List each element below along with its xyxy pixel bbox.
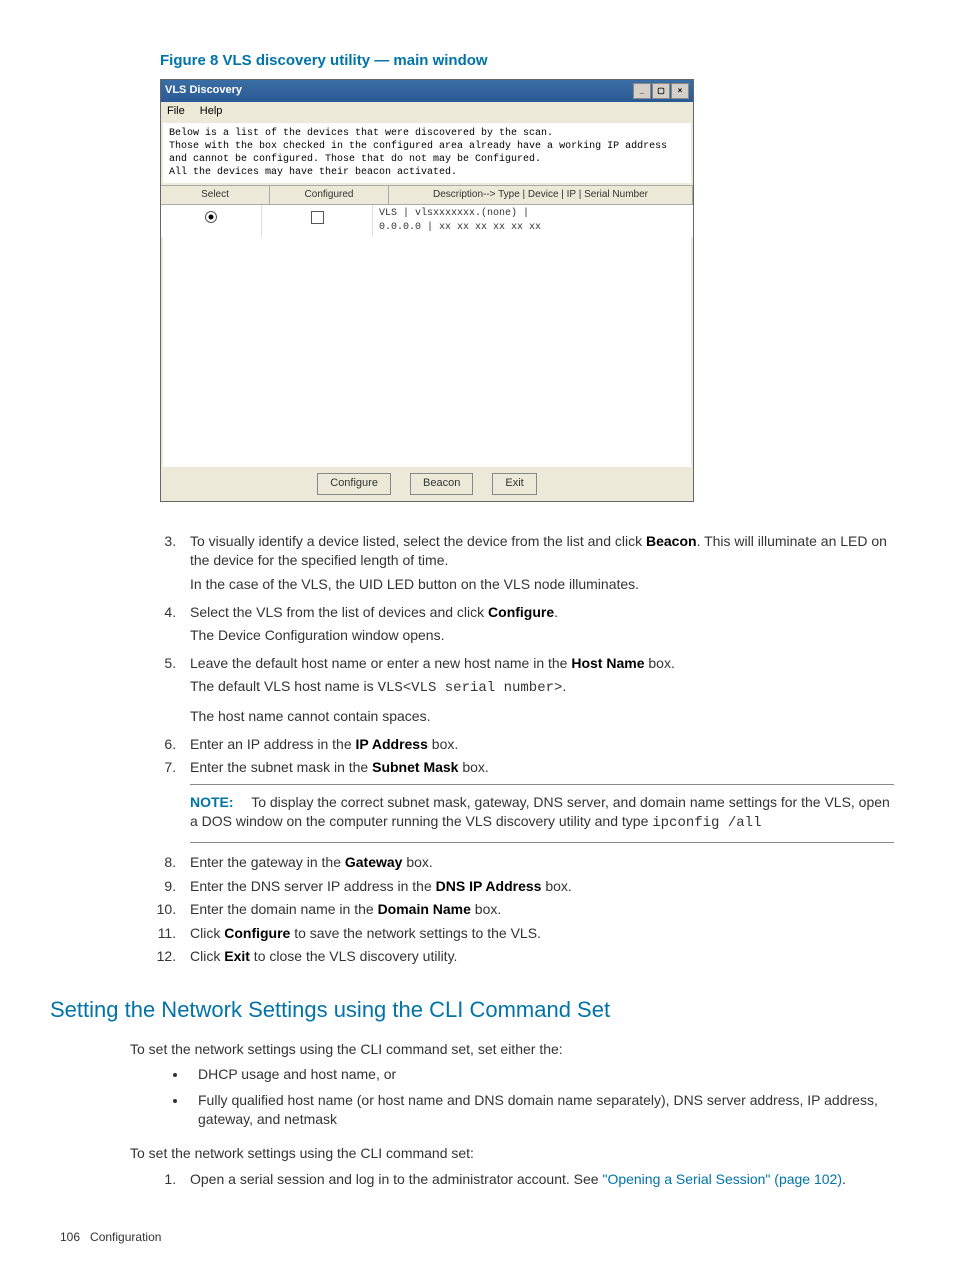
- serial-session-link[interactable]: "Opening a Serial Session" (page 102): [602, 1171, 842, 1187]
- exit-button[interactable]: Exit: [492, 473, 536, 494]
- note-label: NOTE:: [190, 794, 234, 810]
- step-4: Select the VLS from the list of devices …: [180, 603, 894, 646]
- beacon-button[interactable]: Beacon: [410, 473, 473, 494]
- intro-text: Below is a list of the devices that were…: [163, 123, 691, 183]
- section-intro: To set the network settings using the CL…: [130, 1040, 894, 1060]
- bullet-1: DHCP usage and host name, or: [188, 1065, 894, 1085]
- step-5: Leave the default host name or enter a n…: [180, 654, 894, 727]
- col-configured: Configured: [270, 186, 389, 204]
- radio-icon[interactable]: [205, 211, 217, 223]
- steps-list: To visually identify a device listed, se…: [140, 532, 894, 967]
- table-row[interactable]: VLS | vlsxxxxxxx.(none) | 0.0.0.0 | xx x…: [161, 205, 693, 237]
- step-8: Enter the gateway in the Gateway box.: [180, 853, 894, 873]
- step-7: Enter the subnet mask in the Subnet Mask…: [180, 758, 894, 843]
- col-description: Description--> Type | Device | IP | Seri…: [389, 186, 693, 204]
- window-title: VLS Discovery: [165, 83, 242, 98]
- step-9: Enter the DNS server IP address in the D…: [180, 877, 894, 897]
- cli-steps: Open a serial session and log in to the …: [140, 1170, 894, 1190]
- row-description: VLS | vlsxxxxxxx.(none) | 0.0.0.0 | xx x…: [373, 205, 693, 237]
- close-icon[interactable]: ×: [671, 83, 689, 99]
- menubar: File Help: [161, 102, 693, 121]
- step-12: Click Exit to close the VLS discovery ut…: [180, 947, 894, 967]
- page-number: 106: [60, 1230, 80, 1244]
- menu-help[interactable]: Help: [200, 105, 223, 117]
- button-row: Configure Beacon Exit: [161, 467, 693, 500]
- page-footer: 106 Configuration: [60, 1229, 894, 1246]
- window-controls: _ ▢ ×: [632, 83, 689, 99]
- discovery-window: VLS Discovery _ ▢ × File Help Below is a…: [160, 79, 694, 502]
- step-10: Enter the domain name in the Domain Name…: [180, 900, 894, 920]
- chapter-name: Configuration: [90, 1230, 161, 1244]
- bullet-2: Fully qualified host name (or host name …: [188, 1091, 894, 1130]
- col-select: Select: [161, 186, 270, 204]
- checkbox-icon[interactable]: [311, 211, 324, 224]
- configure-button[interactable]: Configure: [317, 473, 391, 494]
- section-intro2: To set the network settings using the CL…: [130, 1144, 894, 1164]
- section-heading: Setting the Network Settings using the C…: [50, 995, 894, 1026]
- cli-step-1: Open a serial session and log in to the …: [180, 1170, 894, 1190]
- table-header: Select Configured Description--> Type | …: [161, 185, 693, 205]
- minimize-icon[interactable]: _: [633, 83, 651, 99]
- figure-caption: Figure 8 VLS discovery utility — main wi…: [160, 50, 894, 71]
- titlebar: VLS Discovery _ ▢ ×: [161, 80, 693, 102]
- step-11: Click Configure to save the network sett…: [180, 924, 894, 944]
- note-box: NOTE: To display the correct subnet mask…: [190, 784, 894, 843]
- restore-icon[interactable]: ▢: [652, 83, 670, 99]
- step-3: To visually identify a device listed, se…: [180, 532, 894, 595]
- menu-file[interactable]: File: [167, 105, 185, 117]
- step-6: Enter an IP address in the IP Address bo…: [180, 735, 894, 755]
- table-empty-area: [163, 237, 691, 467]
- bullet-list: DHCP usage and host name, or Fully quali…: [148, 1065, 894, 1130]
